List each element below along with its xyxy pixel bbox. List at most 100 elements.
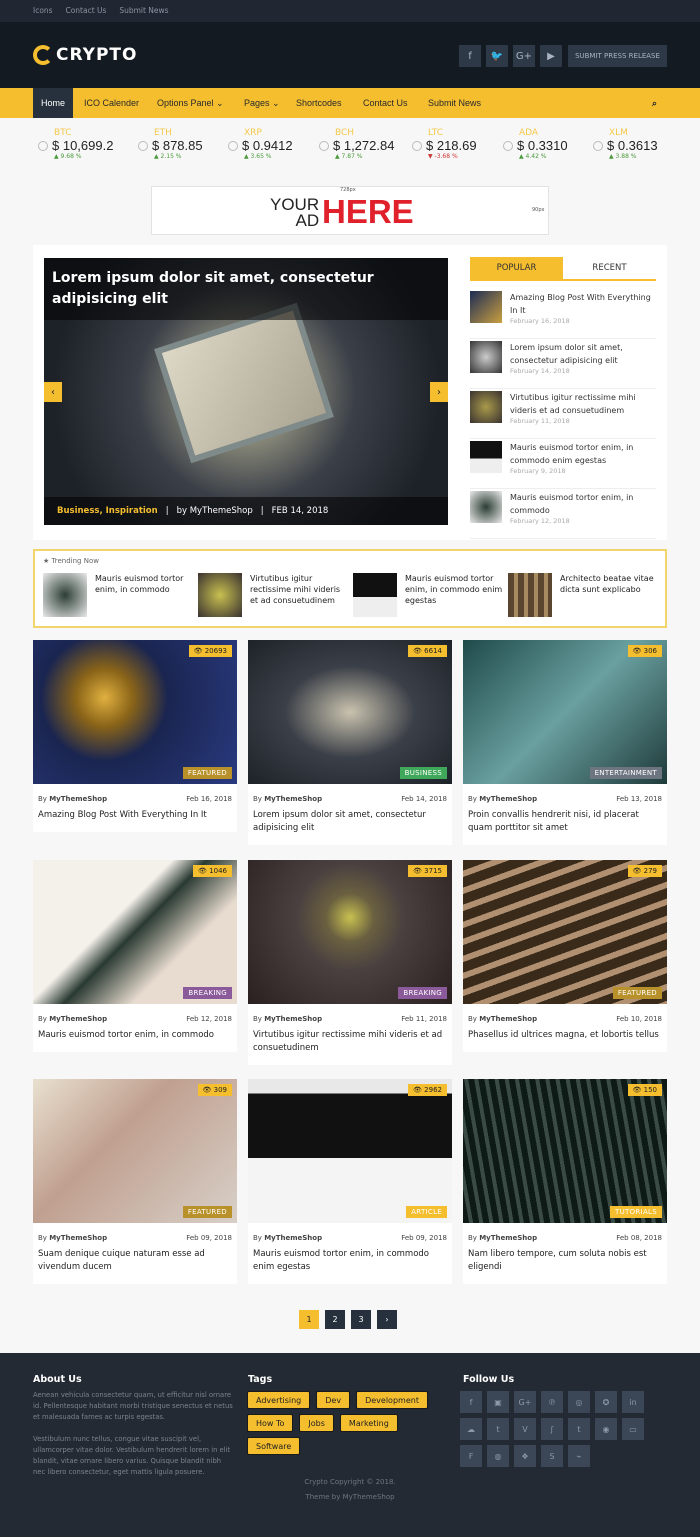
category-badge[interactable]: ENTERTAINMENT (589, 767, 662, 779)
tag-marketing[interactable]: Marketing (339, 1414, 398, 1432)
slide-title[interactable]: Lorem ipsum dolor sit amet, consectetur … (44, 258, 448, 320)
top-link-submit[interactable]: Submit News (119, 6, 168, 15)
post-card[interactable]: 👁 20693 FEATURED By MyThemeShop Feb 16, 201… (33, 640, 237, 832)
twitter-icon[interactable]: 🐦 (486, 45, 508, 67)
tab-recent[interactable]: RECENT (563, 257, 656, 279)
post-image[interactable]: 👁 1046 BREAKING (33, 860, 237, 1004)
ticker-item[interactable]: ETH $ 878.85 ▲ 2.15 % (138, 128, 228, 160)
nav-ico-calender[interactable]: ICO Calender (84, 88, 139, 118)
flickr-icon[interactable]: ▣ (487, 1391, 509, 1413)
ticker-item[interactable]: LTC $ 218.69 ▼ -3.68 % (412, 128, 502, 160)
category-badge[interactable]: BUSINESS (399, 767, 447, 779)
post-card[interactable]: 👁 279 FEATURED By MyThemeShop Feb 10, 2018 P… (463, 860, 667, 1052)
post-card[interactable]: 👁 1046 BREAKING By MyThemeShop Feb 12, 2018… (33, 860, 237, 1052)
category-badge[interactable]: BREAKING (398, 987, 447, 999)
sidebar-post[interactable]: Mauris euismod tortor enim, in commodo e… (470, 441, 656, 489)
ad-banner[interactable]: YOUR AD HERE 728px 90px (151, 186, 549, 235)
theme-credit[interactable]: Theme by MyThemeShop (0, 1493, 700, 1501)
google-plus-icon[interactable]: G+ (513, 45, 535, 67)
sidebar-post[interactable]: Lorem ipsum dolor sit amet, consectetur … (470, 341, 656, 389)
post-title[interactable]: Lorem ipsum dolor sit amet, consectetur … (510, 341, 656, 367)
skype-icon[interactable]: S (541, 1445, 563, 1467)
facebook-icon[interactable]: f (460, 1391, 482, 1413)
nav-options-panel[interactable]: Options Panel ⌄ (157, 88, 224, 118)
trending-title[interactable]: Architecto beatae vitae dicta sunt expli… (560, 573, 658, 617)
author-name[interactable]: MyThemeShop (49, 1234, 107, 1242)
next-page-button[interactable]: › (377, 1310, 397, 1329)
post-title[interactable]: Mauris euismod tortor enim, in commodo (33, 1023, 237, 1052)
trending-item[interactable]: Virtutibus igitur rectissime mihi videri… (198, 573, 348, 617)
dropbox-icon[interactable]: ❖ (514, 1445, 536, 1467)
reddit-icon[interactable]: ◍ (487, 1445, 509, 1467)
slider-prev-icon[interactable]: ‹ (44, 382, 62, 402)
top-link-contact[interactable]: Contact Us (65, 6, 106, 15)
tab-popular[interactable]: POPULAR (470, 257, 563, 279)
post-image[interactable]: 👁 20693 FEATURED (33, 640, 237, 784)
search-icon[interactable]: ⌕ (652, 88, 657, 118)
post-card[interactable]: 👁 2962 ARTICLE By MyThemeShop Feb 09, 2018 M… (248, 1079, 452, 1284)
dribbble-icon[interactable]: ✪ (595, 1391, 617, 1413)
soundcloud-icon[interactable]: ☁ (460, 1418, 482, 1440)
nav-home[interactable]: Home (33, 88, 74, 118)
google-plus-icon[interactable]: G+ (514, 1391, 536, 1413)
page-2[interactable]: 2 (325, 1310, 345, 1329)
post-thumbnail[interactable] (470, 341, 502, 373)
slider-next-icon[interactable]: › (430, 382, 448, 402)
top-link-icons[interactable]: Icons (33, 6, 53, 15)
post-thumbnail[interactable] (470, 291, 502, 323)
trending-title[interactable]: Virtutibus igitur rectissime mihi videri… (250, 573, 348, 617)
post-thumbnail[interactable] (470, 391, 502, 423)
post-card[interactable]: 👁 306 ENTERTAINMENT By MyThemeShop Feb 13, … (463, 640, 667, 845)
author-name[interactable]: MyThemeShop (479, 1015, 537, 1023)
foursquare-icon[interactable]: F (460, 1445, 482, 1467)
category-badge[interactable]: FEATURED (182, 767, 232, 779)
post-title[interactable]: Amazing Blog Post With Everything In It (510, 291, 656, 317)
tag-software[interactable]: Software (247, 1437, 301, 1455)
pinterest-icon[interactable]: ℗ (541, 1391, 563, 1413)
trending-title[interactable]: Mauris euismod tortor enim, in commodo (95, 573, 193, 617)
post-image[interactable]: 👁 3715 BREAKING (248, 860, 452, 1004)
vimeo-icon[interactable]: V (514, 1418, 536, 1440)
youtube-icon[interactable]: ▶ (540, 45, 562, 67)
post-title[interactable]: Mauris euismod tortor enim, in commodo e… (248, 1242, 452, 1284)
author-name[interactable]: MyThemeShop (264, 1015, 322, 1023)
site-logo[interactable]: CRYPTO (33, 45, 137, 65)
post-title[interactable]: Suam denique cuique naturam esse ad vive… (33, 1242, 237, 1284)
nav-shortcodes[interactable]: Shortcodes (296, 88, 342, 118)
trending-thumbnail[interactable] (198, 573, 242, 617)
stumbleupon-icon[interactable]: ʃ (541, 1418, 563, 1440)
youtube-icon[interactable]: ▭ (622, 1418, 644, 1440)
trending-item[interactable]: Architecto beatae vitae dicta sunt expli… (508, 573, 658, 617)
ticker-item[interactable]: XRP $ 0.9412 ▲ 3.65 % (228, 128, 318, 160)
page-3[interactable]: 3 (351, 1310, 371, 1329)
instagram-icon[interactable]: ◎ (568, 1391, 590, 1413)
featured-slider[interactable]: Lorem ipsum dolor sit amet, consectetur … (44, 258, 448, 525)
post-image[interactable]: 👁 6614 BUSINESS (248, 640, 452, 784)
tumblr-icon[interactable]: t (568, 1418, 590, 1440)
post-title[interactable]: Mauris euismod tortor enim, in commodo e… (510, 441, 656, 467)
ticker-item[interactable]: XLM $ 0.3613 ▲ 3.88 % (593, 128, 683, 160)
post-card[interactable]: 👁 150 TUTORIALS By MyThemeShop Feb 08, 2018… (463, 1079, 667, 1284)
post-title[interactable]: Phasellus id ultrices magna, et lobortis… (463, 1023, 667, 1052)
submit-press-release-button[interactable]: SUBMIT PRESS RELEASE (568, 45, 667, 67)
ticker-item[interactable]: ADA $ 0.3310 ▲ 4.42 % (503, 128, 593, 160)
post-title[interactable]: Mauris euismod tortor enim, in commodo (510, 491, 656, 517)
ticker-item[interactable]: BCH $ 1,272.84 ▲ 7.87 % (319, 128, 409, 160)
post-thumbnail[interactable] (470, 441, 502, 473)
author-name[interactable]: MyThemeShop (479, 1234, 537, 1242)
post-title[interactable]: Proin convallis hendrerit nisi, id place… (463, 803, 667, 845)
ticker-item[interactable]: BTC $ 10,699.2 ▲ 9.68 % (38, 128, 128, 160)
trending-thumbnail[interactable] (43, 573, 87, 617)
category-badge[interactable]: ARTICLE (406, 1206, 447, 1218)
trending-item[interactable]: Mauris euismod tortor enim, in commodo (43, 573, 193, 617)
category-badge[interactable]: BREAKING (183, 987, 232, 999)
post-card[interactable]: 👁 309 FEATURED By MyThemeShop Feb 09, 2018 S… (33, 1079, 237, 1284)
tag-jobs[interactable]: Jobs (299, 1414, 334, 1432)
nav-contact-us[interactable]: Contact Us (363, 88, 408, 118)
category-badge[interactable]: TUTORIALS (610, 1206, 662, 1218)
trending-item[interactable]: Mauris euismod tortor enim, in commodo e… (353, 573, 503, 617)
post-card[interactable]: 👁 3715 BREAKING By MyThemeShop Feb 11, 2018… (248, 860, 452, 1065)
post-image[interactable]: 👁 279 FEATURED (463, 860, 667, 1004)
nav-submit-news[interactable]: Submit News (428, 88, 481, 118)
post-title[interactable]: Virtutibus igitur rectissime mihi videri… (510, 391, 656, 417)
